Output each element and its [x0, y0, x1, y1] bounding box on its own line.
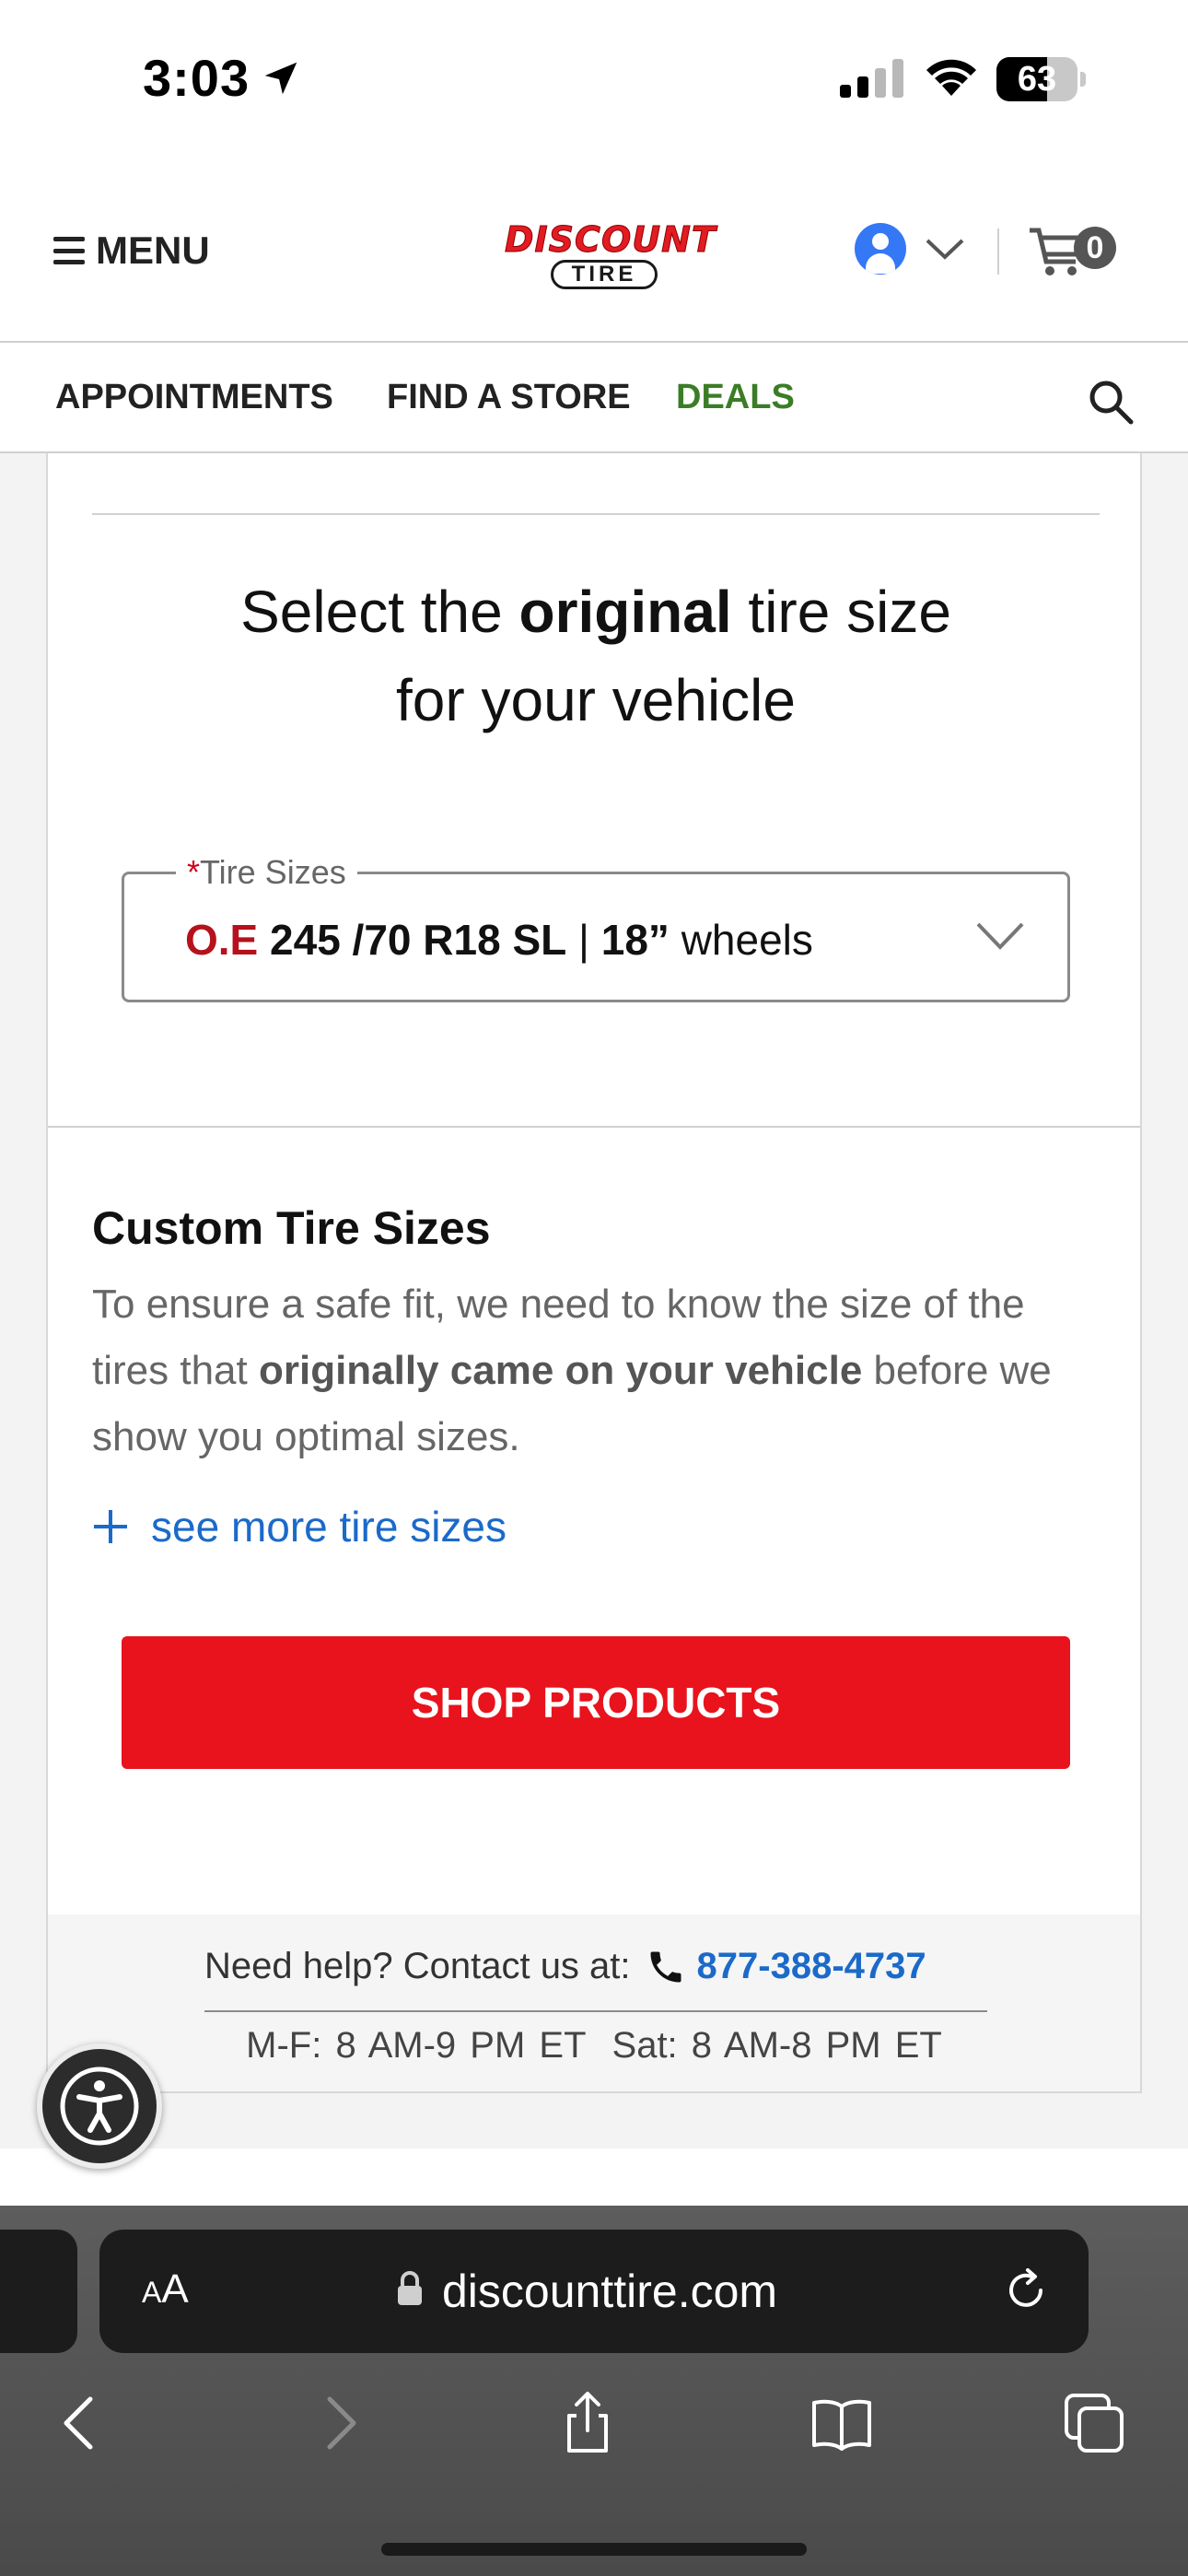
- logo-wordmark-top: DISCOUNT: [505, 219, 716, 260]
- menu-button[interactable]: MENU: [53, 228, 210, 273]
- section-divider: [48, 1126, 1140, 1128]
- status-bar: 3:03 63: [0, 0, 1188, 157]
- help-contact-line: Need help? Contact us at: 877-388-4737: [204, 1946, 926, 1987]
- chevron-down-icon: [976, 922, 1024, 950]
- cellular-signal-icon: [840, 59, 903, 98]
- shop-products-button[interactable]: SHOP PRODUCTS: [122, 1636, 1070, 1769]
- cart-count-badge: 0: [1074, 227, 1116, 269]
- chevron-down-icon: [926, 239, 964, 260]
- cart-button[interactable]: 0: [1028, 223, 1116, 278]
- heading-text-line2: for your vehicle: [396, 667, 796, 733]
- heading-text-bold: original: [518, 579, 732, 645]
- custom-tire-sizes-description: To ensure a safe fit, we need to know th…: [92, 1271, 1087, 1470]
- hours-weekday: M-F: 8 AM-9 PM ET: [246, 2025, 587, 2066]
- site-header: MENU DISCOUNT TIRE 0: [0, 157, 1188, 343]
- share-icon[interactable]: [554, 2390, 621, 2456]
- tire-sizes-selected-value: O.E 245 /70 R18 SL | 18” wheels: [185, 915, 813, 965]
- accessibility-icon: [60, 2067, 139, 2146]
- heading-text-post: tire size: [731, 579, 951, 645]
- browser-toolbar: AA discounttire.com: [0, 2206, 1188, 2576]
- previous-tab-preview[interactable]: [0, 2230, 77, 2353]
- phone-number-link[interactable]: 877-388-4737: [697, 1946, 926, 1987]
- tire-sizes-label-text: Tire Sizes: [200, 853, 346, 891]
- url-text[interactable]: discounttire.com: [442, 2265, 777, 2318]
- header-divider: [997, 228, 999, 275]
- battery-icon: 63: [996, 57, 1086, 101]
- accessibility-button[interactable]: [37, 2043, 162, 2169]
- aa-small: A: [142, 2276, 162, 2309]
- help-divider: [204, 2010, 987, 2012]
- tire-sizes-label: *Tire Sizes: [176, 852, 357, 893]
- desc-text-bold: originally came on your vehicle: [258, 1348, 863, 1393]
- status-time: 3:03: [143, 49, 250, 107]
- lock-icon: [398, 2271, 422, 2305]
- account-menu[interactable]: [855, 223, 965, 275]
- secondary-nav: APPOINTMENTS FIND A STORE DEALS: [0, 343, 1188, 453]
- hamburger-icon: [53, 237, 85, 264]
- tire-size-value: 245 /70 R18 SL: [270, 916, 567, 964]
- hours-saturday: Sat: 8 AM-8 PM ET: [611, 2025, 942, 2066]
- business-hours: M-F: 8 AM-9 PM ET Sat: 8 AM-8 PM ET: [48, 2025, 1140, 2067]
- value-separator: |: [578, 916, 589, 964]
- help-prefix: Need help? Contact us at:: [204, 1946, 631, 1986]
- required-marker: *: [187, 853, 201, 891]
- tire-size-card: Select the original tire size for your v…: [46, 453, 1142, 2093]
- tabs-icon[interactable]: [1061, 2390, 1127, 2456]
- bookmarks-icon[interactable]: [809, 2390, 875, 2456]
- logo-wordmark-bottom: TIRE: [551, 260, 658, 289]
- nav-find-a-store[interactable]: FIND A STORE: [387, 378, 631, 417]
- discount-tire-logo[interactable]: DISCOUNT TIRE: [505, 219, 716, 295]
- menu-label: MENU: [96, 228, 210, 272]
- nav-deals[interactable]: DEALS: [676, 378, 795, 417]
- custom-tire-sizes-title: Custom Tire Sizes: [92, 1202, 491, 1254]
- see-more-tire-sizes-link[interactable]: see more tire sizes: [92, 1502, 507, 1551]
- tire-size-heading: Select the original tire size for your v…: [48, 568, 1144, 744]
- heading-text-pre: Select the: [240, 579, 519, 645]
- plus-icon: [92, 1508, 129, 1545]
- page-settings-button[interactable]: AA: [142, 2266, 189, 2313]
- phone-icon: [650, 1951, 681, 1982]
- aa-large: A: [161, 2266, 189, 2312]
- nav-appointments[interactable]: APPOINTMENTS: [55, 378, 333, 417]
- wifi-icon: [926, 59, 976, 96]
- see-more-label: see more tire sizes: [151, 1503, 507, 1551]
- wheel-size-value: 18”: [600, 916, 670, 964]
- battery-level: 63: [1017, 60, 1057, 99]
- forward-icon[interactable]: [306, 2390, 372, 2456]
- home-indicator: [381, 2543, 807, 2556]
- user-avatar-icon: [855, 223, 906, 275]
- address-bar[interactable]: AA discounttire.com: [99, 2230, 1089, 2353]
- oe-marker: O.E: [185, 916, 259, 964]
- card-divider-top: [92, 513, 1100, 515]
- tire-sizes-select[interactable]: *Tire Sizes O.E 245 /70 R18 SL | 18” whe…: [122, 852, 1070, 1002]
- location-arrow-icon: [264, 62, 297, 95]
- back-icon[interactable]: [48, 2390, 114, 2456]
- page-footer-strip: [0, 2149, 1188, 2206]
- help-contact-section: Need help? Contact us at: 877-388-4737 M…: [48, 1914, 1140, 2091]
- wheel-suffix: wheels: [681, 916, 813, 964]
- reload-icon[interactable]: [1000, 2265, 1052, 2316]
- search-icon[interactable]: [1087, 378, 1135, 426]
